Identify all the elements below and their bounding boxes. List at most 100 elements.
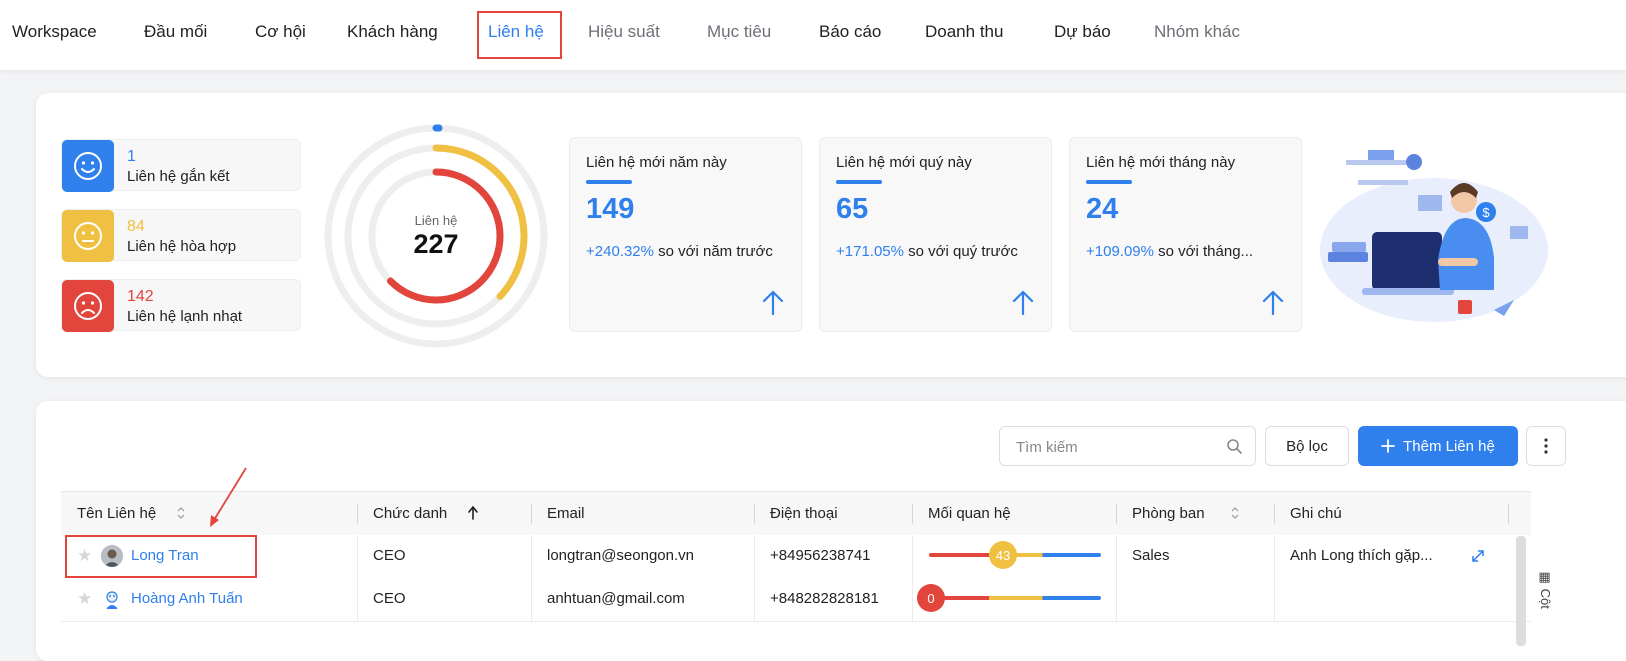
relationship-slider-knob[interactable]: 0	[917, 584, 945, 612]
column-divider[interactable]	[357, 504, 358, 524]
filter-button[interactable]: Bộ lọc	[1265, 426, 1349, 466]
kpi-title: Liên hệ mới tháng này	[1086, 154, 1236, 171]
kpi-change: +109.09% so với tháng...	[1086, 243, 1253, 260]
more-options-button[interactable]	[1526, 426, 1566, 466]
annotation-arrow	[210, 467, 247, 527]
svg-text:$: $	[1482, 205, 1490, 220]
top-nav: Workspace Đầu mối Cơ hội Khách hàng Liên…	[0, 0, 1626, 70]
search-icon[interactable]	[1226, 438, 1242, 454]
contact-phone[interactable]: +848282828181	[770, 590, 879, 607]
contact-name-link[interactable]: Hoàng Anh Tuấn	[131, 590, 243, 607]
filter-button-label: Bộ lọc	[1286, 437, 1328, 455]
kpi-accent-bar	[1086, 180, 1132, 184]
column-header-relationship[interactable]: Mối quan hệ	[928, 505, 1011, 522]
vertical-scrollbar[interactable]	[1516, 536, 1526, 646]
contact-phone[interactable]: +84956238741	[770, 547, 871, 564]
avatar	[101, 588, 123, 610]
arrow-up-icon	[1012, 290, 1034, 316]
sort-icon[interactable]	[1231, 507, 1239, 519]
kpi-change-percent: +171.05%	[836, 243, 904, 260]
kpi-value: 149	[586, 193, 635, 225]
kpi-compare-text: so với năm trước	[658, 243, 773, 260]
column-divider[interactable]	[531, 504, 532, 524]
kpi-change: +240.32% so với năm trước	[586, 243, 773, 260]
sort-icon[interactable]	[177, 507, 185, 519]
donut-label: Liên hệ	[414, 213, 458, 228]
side-tab-label: Cột	[1538, 588, 1553, 609]
tab-reports[interactable]: Báo cáo	[819, 22, 881, 42]
plus-icon	[1381, 439, 1396, 453]
table-row[interactable]: ★ Hoàng Anh Tuấn CEO anhtuan@gmail.com +…	[61, 578, 1531, 622]
table-row[interactable]: ★ Long Tran CEO longtran@seongon.vn +849…	[61, 535, 1531, 579]
kpi-compare-text: so với tháng...	[1158, 243, 1254, 260]
column-header-email[interactable]: Email	[547, 505, 585, 522]
tab-leads[interactable]: Đầu mối	[144, 22, 207, 42]
kpi-title: Liên hệ mới quý này	[836, 154, 972, 171]
kpi-change-percent: +240.32%	[586, 243, 654, 260]
cell-divider	[1274, 535, 1275, 578]
add-contact-label: Thêm Liên hệ	[1403, 437, 1495, 455]
kpi-value: 24	[1086, 193, 1119, 225]
tab-revenue[interactable]: Doanh thu	[925, 22, 1003, 42]
tab-performance[interactable]: Hiệu suất	[588, 22, 660, 42]
column-divider[interactable]	[912, 504, 913, 524]
column-divider[interactable]	[1508, 504, 1509, 524]
star-icon[interactable]: ★	[77, 589, 92, 609]
mood-cold: 142 Liên hệ lạnh nhạt	[61, 279, 301, 332]
columns-side-tab[interactable]: ▦ Cột	[1538, 570, 1553, 609]
column-header-name[interactable]: Tên Liên hệ	[77, 505, 156, 522]
relationship-slider-knob[interactable]: 43	[988, 541, 1017, 569]
donut-total: 227	[413, 229, 459, 259]
tab-goals[interactable]: Mục tiêu	[707, 22, 771, 42]
cell-divider	[1116, 578, 1117, 621]
kpi-value: 65	[836, 193, 869, 225]
mood-engaged: 1 Liên hệ gắn kết	[61, 139, 301, 192]
contact-email[interactable]: longtran@seongon.vn	[547, 547, 694, 564]
column-divider[interactable]	[1274, 504, 1275, 524]
kpi-new-this-quarter: Liên hệ mới quý này 65 +171.05% so với q…	[819, 137, 1052, 332]
cell-divider	[357, 535, 358, 578]
cell-divider	[912, 535, 913, 578]
kpi-accent-bar	[586, 180, 632, 184]
contact-email[interactable]: anhtuan@gmail.com	[547, 590, 685, 607]
kpi-accent-bar	[836, 180, 882, 184]
mood-label: Liên hệ hòa hợp	[127, 238, 237, 255]
contact-title: CEO	[373, 547, 406, 564]
contact-title: CEO	[373, 590, 406, 607]
tab-workspace[interactable]: Workspace	[12, 22, 97, 42]
cell-divider	[754, 535, 755, 578]
tab-other-groups[interactable]: Nhóm khác	[1154, 22, 1240, 42]
kpi-change: +171.05% so với quý trước	[836, 243, 1018, 260]
contact-note: Anh Long thích gặp...	[1290, 547, 1433, 564]
column-header-phone[interactable]: Điện thoại	[770, 505, 838, 522]
relationship-slider-track[interactable]	[929, 596, 1101, 600]
tab-forecast[interactable]: Dự báo	[1054, 22, 1111, 42]
row-highlight-box	[65, 535, 257, 578]
table-icon: ▦	[1538, 570, 1553, 585]
column-header-department[interactable]: Phòng ban	[1132, 505, 1205, 522]
cell-divider	[357, 578, 358, 621]
column-divider[interactable]	[754, 504, 755, 524]
cell-divider	[531, 578, 532, 621]
kpi-change-percent: +109.09%	[1086, 243, 1154, 260]
column-header-note[interactable]: Ghi chú	[1290, 505, 1342, 522]
arrow-up-icon	[762, 290, 784, 316]
active-tab-highlight	[477, 11, 562, 59]
expand-icon[interactable]	[1471, 549, 1485, 563]
cell-divider	[1116, 535, 1117, 578]
smile-icon	[62, 140, 114, 192]
column-header-title[interactable]: Chức danh	[373, 505, 447, 522]
sort-ascending-icon[interactable]	[468, 506, 478, 520]
search-input[interactable]	[1014, 436, 1218, 458]
mood-label: Liên hệ lạnh nhạt	[127, 308, 243, 325]
column-divider[interactable]	[1116, 504, 1117, 524]
mood-count: 1	[127, 148, 136, 165]
search-box	[999, 426, 1256, 466]
neutral-face-icon	[62, 210, 114, 262]
tab-customers[interactable]: Khách hàng	[347, 22, 438, 42]
kpi-title: Liên hệ mới năm này	[586, 154, 727, 171]
person-at-laptop-illustration: $	[1320, 150, 1548, 322]
add-contact-button[interactable]: Thêm Liên hệ	[1358, 426, 1518, 466]
tab-opportunities[interactable]: Cơ hội	[255, 22, 306, 42]
cell-divider	[1274, 578, 1275, 621]
